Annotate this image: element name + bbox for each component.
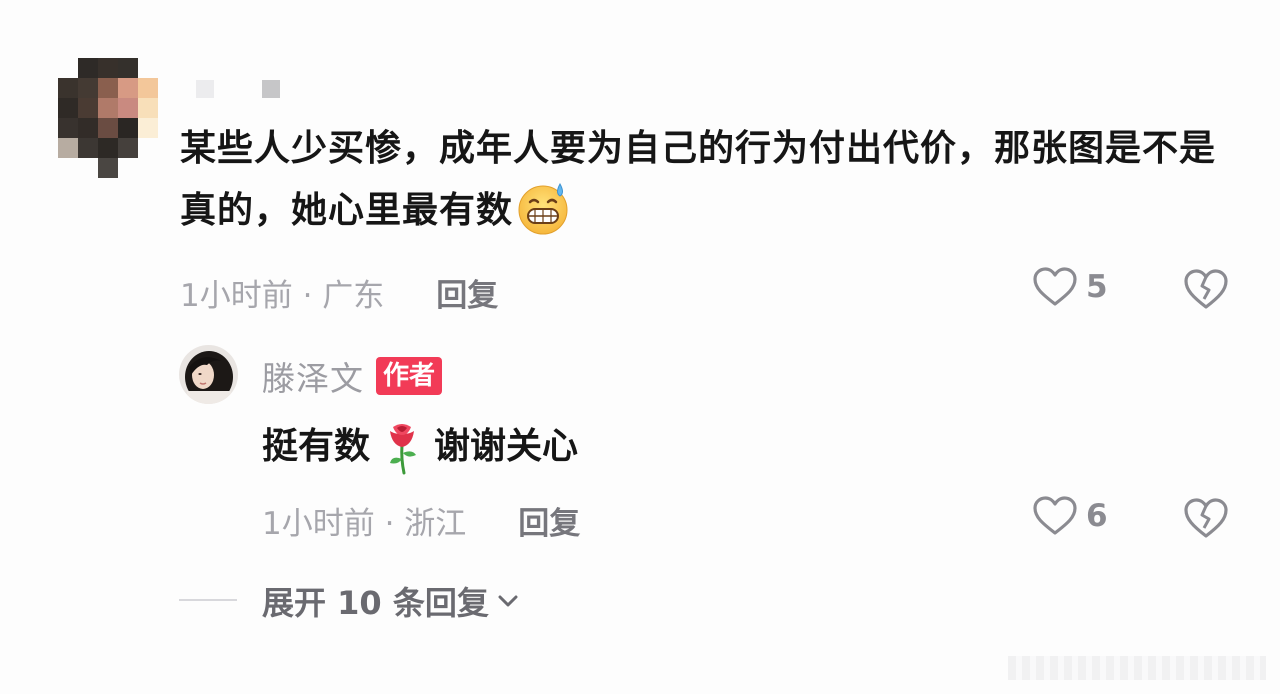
reply-text-after: 谢谢关心 (434, 426, 579, 467)
rose-emoji (390, 424, 417, 475)
reply-text-before: 挺有数 (262, 426, 371, 467)
expand-replies-label: 展开 10 条回复 (262, 584, 489, 622)
reply-like-button[interactable]: 6 (1032, 495, 1108, 537)
reply-like-count: 6 (1086, 498, 1108, 534)
comment-time-location: 1小时前 · 广东 (180, 278, 385, 314)
commenter-avatar[interactable] (58, 58, 158, 178)
comment-body: 某些人少买惨，成年人要为自己的行为付出代价，那张图是不是真的，她心里最有数 (180, 118, 1240, 242)
commenter-username-masked[interactable] (196, 80, 280, 98)
author-badge: 作者 (376, 357, 443, 395)
comment-reply-button[interactable]: 回复 (436, 270, 498, 315)
heart-icon (1033, 267, 1077, 306)
comment-like-button[interactable]: 5 (1032, 266, 1108, 308)
grinning-sweat-emoji (518, 182, 568, 235)
broken-heart-icon[interactable] (1182, 496, 1230, 540)
chevron-down-icon (498, 595, 518, 607)
author-avatar[interactable] (179, 345, 238, 404)
reply-time-location: 1小时前 · 浙江 (262, 506, 467, 542)
comment-like-count: 5 (1086, 269, 1108, 305)
watermark (1008, 656, 1266, 680)
author-username[interactable]: 滕泽文 (262, 352, 364, 400)
comment-meta: 1小时前 · 广东 回复 (180, 270, 498, 315)
expand-divider (179, 599, 237, 601)
expand-replies-button[interactable]: 展开 10 条回复 (262, 578, 521, 624)
reply-meta: 1小时前 · 浙江 回复 (262, 498, 580, 543)
heart-icon (1033, 496, 1077, 535)
broken-heart-icon[interactable] (1182, 267, 1230, 311)
author-name-row: 滕泽文 作者 (262, 352, 443, 400)
reply-body: 挺有数 谢谢关心 (262, 416, 578, 478)
comment-text: 某些人少买惨，成年人要为自己的行为付出代价，那张图是不是真的，她心里最有数 (180, 128, 1217, 231)
reply-reply-button[interactable]: 回复 (518, 498, 580, 543)
